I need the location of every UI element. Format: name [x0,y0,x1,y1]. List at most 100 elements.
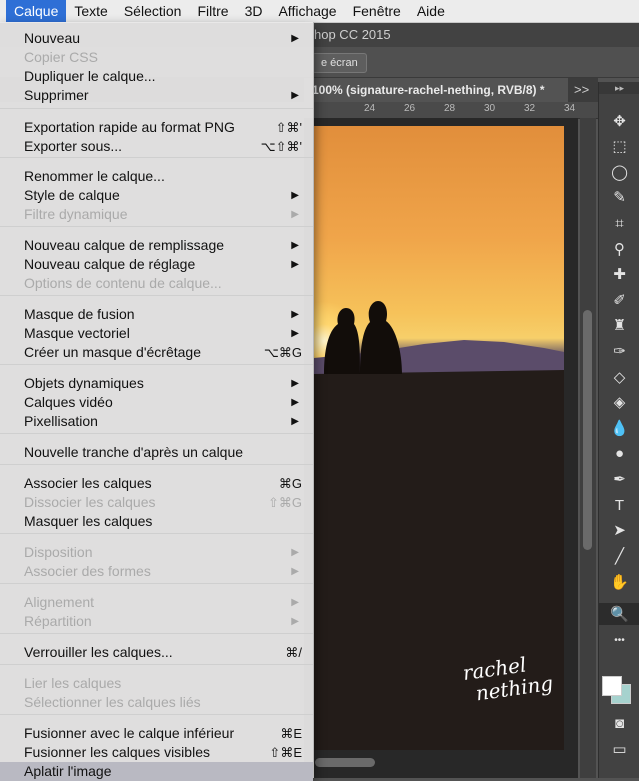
menu-item-label: Sélectionner les calques liés [24,694,201,710]
horizontal-ruler: 24 26 28 30 32 34 [304,102,598,119]
menu-item-exportation-rapide-au-format-png[interactable]: Exportation rapide au format PNG ⇧⌘' [0,118,313,137]
eraser-tool-icon[interactable]: ◇ [599,366,639,388]
menu-item-shortcut: ⇧⌘E [269,745,302,760]
menu-item-label: Masquer les calques [24,513,153,529]
tab-overflow-button[interactable]: >> [574,78,589,102]
menu-item-associer-les-calques[interactable]: Associer les calques ⌘G [0,474,313,493]
line-tool-icon[interactable]: ╱ [599,545,639,567]
more-tools-icon[interactable]: ••• [599,629,639,651]
tools-panel-header[interactable]: ▸▸ [599,82,639,94]
screen-mode-icon[interactable]: ▭ [599,738,639,760]
foreground-color-swatch[interactable] [602,676,622,696]
clone-stamp-tool-icon[interactable]: ♜ [599,314,639,336]
menu-item-shortcut: ⌘/ [285,645,302,660]
menu-separator [0,664,313,665]
submenu-arrow-icon: ▶ [291,597,299,608]
ruler-tick-label: 26 [404,103,416,114]
menu-item-disposition: Disposition ▶ [0,543,313,562]
path-selection-tool-icon[interactable]: ➤ [599,519,639,541]
menu-item-exporter-sous[interactable]: Exporter sous... ⌥⇧⌘' [0,137,313,156]
menu-separator [0,533,313,534]
menu-item-masquer-les-calques[interactable]: Masquer les calques [0,512,313,531]
pen-tool-icon[interactable]: ✒ [599,468,639,490]
menu-item-label: Fusionner les calques visibles [24,744,210,760]
menu-item-calques-video[interactable]: Calques vidéo ▶ [0,393,313,412]
menu-item-filtre-dynamique: Filtre dynamique ▶ [0,205,313,224]
ruler-tick-label: 34 [564,103,576,114]
menu-item-label: Créer un masque d'écrêtage [24,344,201,360]
submenu-arrow-icon: ▶ [291,209,299,220]
menu-item-nouveau-calque-de-remplissage[interactable]: Nouveau calque de remplissage ▶ [0,236,313,255]
menubar-item-3d[interactable]: 3D [237,0,271,22]
menu-item-label: Style de calque [24,187,120,203]
lasso-tool-icon[interactable]: ◯ [599,161,639,183]
menu-item-associer-des-formes: Associer des formes ▶ [0,562,313,581]
quick-selection-tool-icon[interactable]: ✎ [599,186,639,208]
menubar-item-filtre[interactable]: Filtre [189,0,236,22]
healing-brush-tool-icon[interactable]: ✚ [599,263,639,285]
menubar-item-aide[interactable]: Aide [409,0,453,22]
menu-item-label: Disposition [24,544,93,560]
menu-item-masque-vectoriel[interactable]: Masque vectoriel ▶ [0,324,313,343]
submenu-arrow-icon: ▶ [291,616,299,627]
menu-item-nouveau-calque-de-reglage[interactable]: Nouveau calque de réglage ▶ [0,255,313,274]
menu-item-renommer-le-calque[interactable]: Renommer le calque... [0,167,313,186]
blur-tool-icon[interactable]: 💧 [599,417,639,439]
ruler-tick-label: 28 [444,103,456,114]
menu-item-dissocier-les-calques: Dissocier les calques ⇧⌘G [0,493,313,512]
menubar-item-fenetre[interactable]: Fenêtre [345,0,409,22]
eyedropper-tool-icon[interactable]: ⚲ [599,238,639,260]
crop-tool-icon[interactable]: ⌗ [599,212,639,234]
menu-item-objets-dynamiques[interactable]: Objets dynamiques ▶ [0,374,313,393]
person-right-silhouette [360,301,402,374]
menu-item-creer-un-masque-d-ecretage[interactable]: Créer un masque d'écrêtage ⌥⌘G [0,343,313,362]
menu-item-label: Verrouiller les calques... [24,644,173,660]
dodge-tool-icon[interactable]: ● [599,442,639,464]
menu-item-label: Nouveau [24,30,81,46]
menu-item-label: Dissocier les calques [24,494,156,510]
document-tab[interactable]: 100% (signature-rachel-nething, RVB/8) * [304,78,568,102]
menubar-item-selection[interactable]: Sélection [116,0,190,22]
menu-item-label: Nouveau calque de réglage [24,256,196,272]
menu-item-label: Dupliquer le calque... [24,68,156,84]
submenu-arrow-icon: ▶ [291,259,299,270]
menu-item-masque-de-fusion[interactable]: Masque de fusion ▶ [0,305,313,324]
menu-item-pixellisation[interactable]: Pixellisation ▶ [0,412,313,431]
menu-item-label: Copier CSS [24,49,98,65]
menu-separator [0,714,313,715]
marquee-tool-icon[interactable]: ⬚ [599,135,639,157]
menu-item-nouvelle-tranche-d-apres-un-calque[interactable]: Nouvelle tranche d'après un calque [0,443,313,462]
menu-item-nouveau[interactable]: Nouveau ▶ [0,29,313,48]
quick-mask-icon[interactable]: ◙ [599,712,639,734]
menu-item-fusionner-avec-le-calque-inferieur[interactable]: Fusionner avec le calque inférieur ⌘E [0,724,313,743]
document-photo[interactable]: rachel nething [314,126,564,750]
menu-separator [0,157,313,158]
submenu-arrow-icon: ▶ [291,309,299,320]
zoom-tool-icon[interactable]: 🔍 [599,603,639,625]
type-tool-icon[interactable]: T [599,494,639,516]
menu-item-fusionner-les-calques-visibles[interactable]: Fusionner les calques visibles ⇧⌘E [0,743,313,762]
menu-item-verrouiller-les-calques[interactable]: Verrouiller les calques... ⌘/ [0,643,313,662]
move-tool-icon[interactable]: ✥ [599,110,639,132]
menu-item-dupliquer-le-calque[interactable]: Dupliquer le calque... [0,67,313,86]
menu-item-selectionner-les-calques-lies: Sélectionner les calques liés [0,693,313,712]
horizontal-scrollbar-thumb[interactable] [315,758,375,767]
ruler-tick-label: 32 [524,103,536,114]
hand-tool-icon[interactable]: ✋ [599,571,639,593]
paint-bucket-tool-icon[interactable]: ◈ [599,391,639,413]
menu-item-aplatir-l-image[interactable]: Aplatir l'image [0,762,313,781]
menu-item-supprimer[interactable]: Supprimer ▶ [0,86,313,105]
ruler-tick-label: 30 [484,103,496,114]
vertical-scrollbar-thumb[interactable] [583,310,592,550]
submenu-arrow-icon: ▶ [291,240,299,251]
menu-separator [0,433,313,434]
fullscreen-button[interactable]: e écran [312,53,367,73]
menu-separator [0,633,313,634]
menu-item-label: Masque vectoriel [24,325,130,341]
menu-item-style-de-calque[interactable]: Style de calque ▶ [0,186,313,205]
history-brush-tool-icon[interactable]: ✑ [599,340,639,362]
brush-tool-icon[interactable]: ✐ [599,289,639,311]
menubar-item-texte[interactable]: Texte [66,0,115,22]
menubar-item-calque[interactable]: Calque [6,0,67,22]
menubar-item-affichage[interactable]: Affichage [270,0,344,22]
